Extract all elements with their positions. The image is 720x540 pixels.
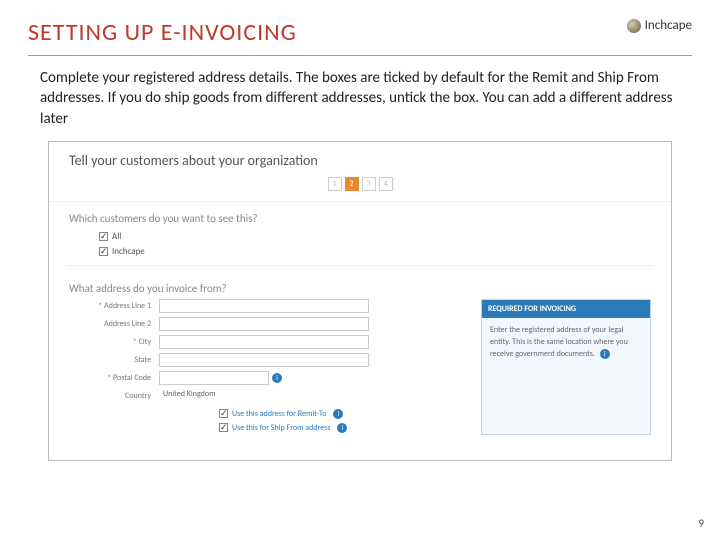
checkbox-inchcape[interactable] [99, 247, 108, 256]
divider [28, 55, 692, 56]
brand-logo: Inchcape [627, 18, 692, 33]
callout-head: REQUIRED FOR INVOICING [482, 300, 650, 318]
input-state[interactable] [159, 353, 369, 367]
input-postal[interactable] [159, 371, 269, 385]
checkbox-all[interactable] [99, 232, 108, 241]
checkbox-ship-label: Use this for Ship From address [232, 423, 330, 433]
checkbox-ship-from[interactable] [219, 423, 228, 432]
input-address1[interactable] [159, 299, 369, 313]
form-title: Tell your customers about your organizat… [49, 142, 671, 177]
checkbox-remit-to[interactable] [219, 409, 228, 418]
instruction-text: Complete your registered address details… [0, 68, 720, 141]
page-title: SETTING UP E-INVOICING [28, 18, 297, 47]
info-icon[interactable]: i [337, 423, 347, 433]
checkbox-remit-label: Use this address for Remit-To [232, 409, 326, 419]
label-address2: Address Line 2 [69, 319, 159, 329]
step-3[interactable]: 3 [362, 177, 376, 191]
label-address1: * Address Line 1 [69, 301, 159, 311]
callout-body: Enter the registered address of your leg… [482, 318, 650, 366]
callout-box: REQUIRED FOR INVOICING Enter the registe… [481, 299, 651, 435]
info-icon[interactable]: i [333, 409, 343, 419]
label-city: * City [69, 337, 159, 347]
step-indicator: 1 2 3 4 [49, 177, 671, 202]
globe-icon [627, 19, 641, 33]
question-address: What address do you invoice from? [49, 272, 671, 299]
step-1[interactable]: 1 [328, 177, 342, 191]
step-2[interactable]: 2 [345, 177, 359, 191]
page-number: 9 [698, 517, 704, 530]
label-country: Country [69, 391, 159, 401]
select-country[interactable]: United Kingdom [159, 389, 369, 403]
info-icon[interactable]: i [272, 373, 282, 383]
info-icon[interactable]: i [600, 349, 610, 359]
input-address2[interactable] [159, 317, 369, 331]
label-postal: * Postal Code [69, 373, 159, 383]
step-4[interactable]: 4 [379, 177, 393, 191]
light-divider [67, 265, 653, 266]
checkbox-all-label: All [112, 231, 121, 242]
logo-text: Inchcape [645, 18, 692, 33]
label-state: State [69, 355, 159, 365]
embedded-screenshot: Tell your customers about your organizat… [48, 141, 672, 461]
checkbox-inchcape-label: Inchcape [112, 246, 145, 257]
input-city[interactable] [159, 335, 369, 349]
question-customers: Which customers do you want to see this? [49, 202, 671, 229]
